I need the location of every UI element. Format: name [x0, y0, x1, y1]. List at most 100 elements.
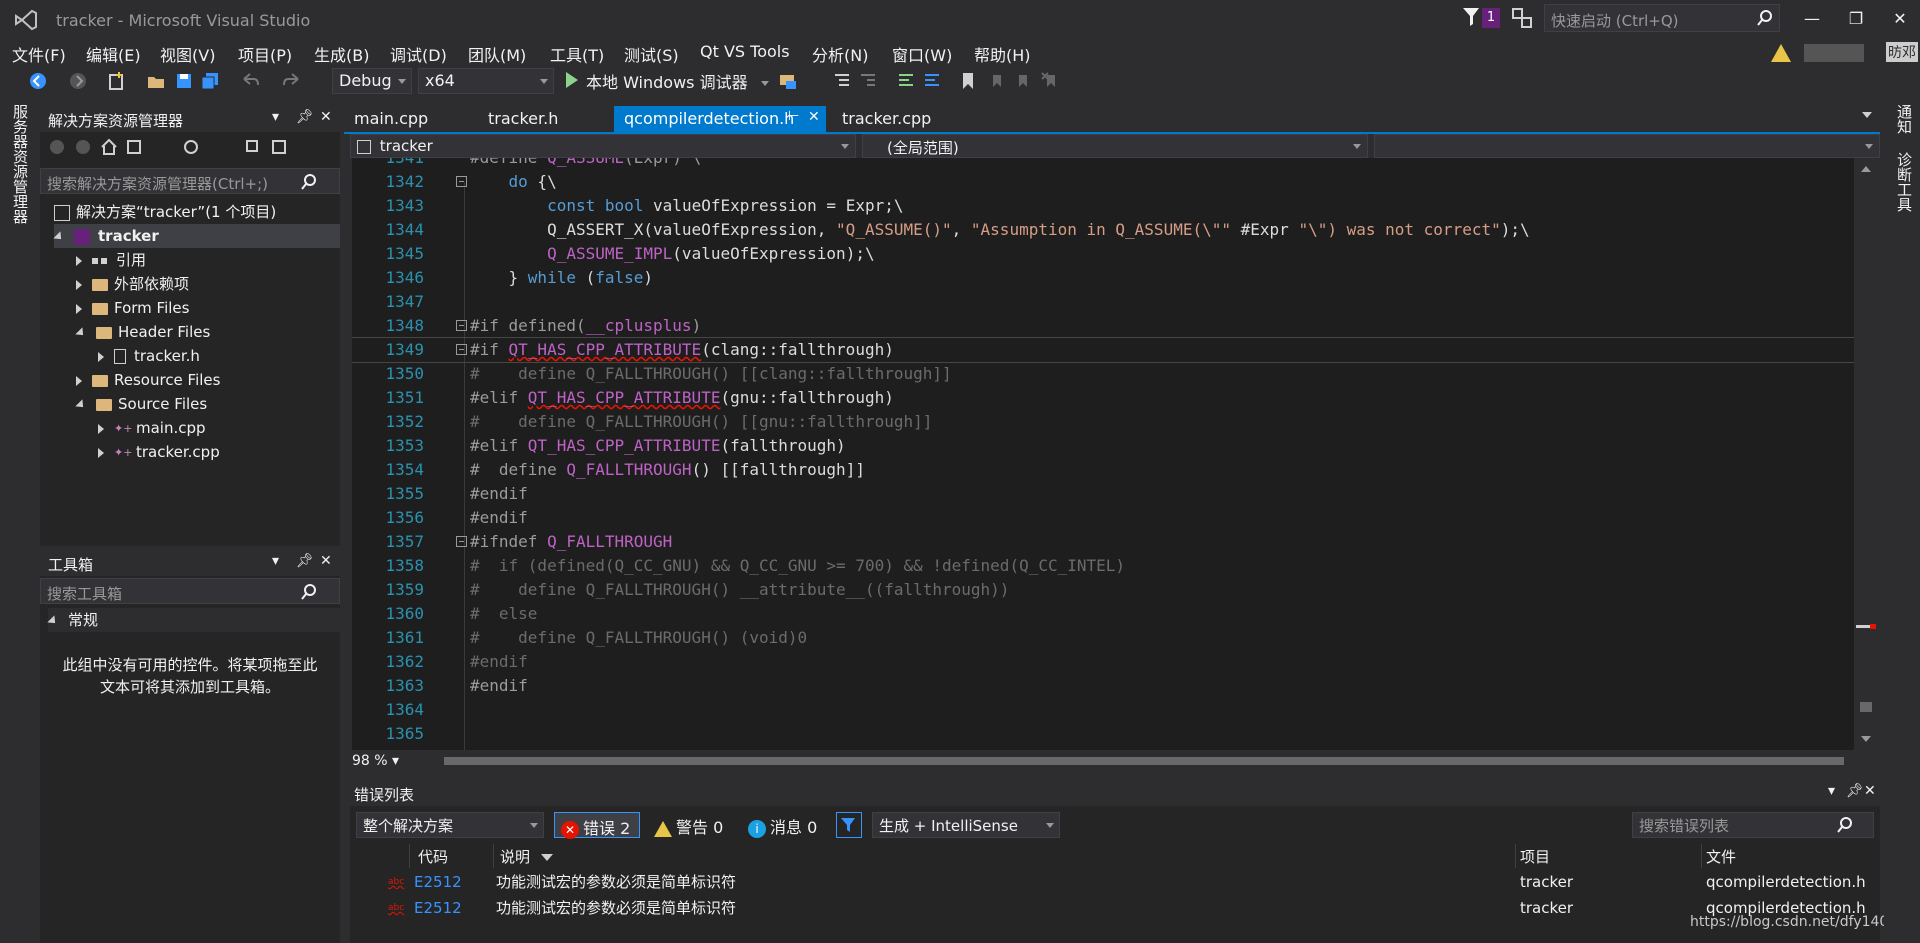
fold-toggle-icon[interactable] — [456, 536, 467, 547]
error-code-link[interactable]: E2512 — [414, 870, 462, 894]
messages-filter-button[interactable]: i 消息 0 — [742, 812, 832, 838]
save-icon[interactable] — [174, 71, 194, 91]
quick-launch-input[interactable]: 快速启动 (Ctrl+Q) — [1544, 4, 1780, 32]
bookmark-icon[interactable] — [958, 71, 978, 91]
dropdown-icon[interactable]: ▾ — [272, 553, 279, 569]
tab-server-explorer[interactable]: 服务器资源管理器 — [10, 104, 31, 224]
code-line[interactable]: 1350 # define Q_FALLTHROUGH() [[clang::fa… — [352, 362, 1854, 386]
close-icon[interactable]: ✕ — [808, 109, 820, 125]
platform-dropdown[interactable]: x64 — [418, 68, 554, 94]
solution-search-input[interactable]: 搜索解决方案资源管理器(Ctrl+;) — [40, 168, 340, 194]
switch-views-icon[interactable] — [126, 138, 144, 156]
menu-team[interactable]: 团队(M) — [468, 42, 526, 66]
comment-icon[interactable] — [896, 71, 916, 91]
menu-debug[interactable]: 调试(D) — [390, 42, 447, 66]
restore-button[interactable]: ❐ — [1836, 6, 1876, 32]
tree-tracker-cpp[interactable]: ✦+ tracker.cpp — [98, 440, 220, 464]
filter-toggle-button[interactable] — [836, 812, 862, 838]
tree-project[interactable]: tracker — [53, 224, 340, 248]
prev-bookmark-icon[interactable] — [986, 71, 1006, 91]
notification-filter-button[interactable]: 1 — [1462, 6, 1502, 32]
home-icon[interactable] — [100, 138, 118, 156]
toolbox-group-general[interactable]: 常规 — [47, 608, 340, 632]
code-line[interactable]: 1341 #define Q_ASSUME(Expr) \ — [352, 158, 1854, 170]
pin-icon[interactable]: 📌︎ — [296, 553, 314, 569]
menu-analyze[interactable]: 分析(N) — [812, 42, 868, 66]
clear-bookmarks-icon[interactable] — [1040, 71, 1060, 91]
menu-window[interactable]: 窗口(W) — [892, 42, 952, 66]
build-filter-dropdown[interactable]: 生成 + IntelliSense — [872, 812, 1060, 838]
code-line[interactable]: 1352 # define Q_FALLTHROUGH() [[gnu::fall… — [352, 410, 1854, 434]
warnings-filter-button[interactable]: 警告 0 — [648, 812, 734, 838]
menu-qt-vs-tools[interactable]: Qt VS Tools — [700, 42, 790, 61]
editor-vertical-scrollbar[interactable] — [1856, 160, 1876, 750]
code-line[interactable]: 1355 #endif — [352, 482, 1854, 506]
back-icon[interactable] — [48, 138, 66, 156]
scroll-thumb[interactable] — [1860, 702, 1872, 712]
redo-icon[interactable] — [282, 71, 302, 91]
menu-build[interactable]: 生成(B) — [314, 42, 369, 66]
scope-nav-dropdown[interactable]: (全局范围) — [862, 134, 1368, 158]
error-code-link[interactable]: E2512 — [414, 896, 462, 920]
format-icon[interactable] — [832, 71, 852, 91]
code-line[interactable]: 1354 # define Q_FALLTHROUGH() [[fallthrou… — [352, 458, 1854, 482]
new-project-icon[interactable] — [106, 71, 126, 91]
tab-main-cpp[interactable]: main.cpp — [344, 106, 474, 132]
code-line[interactable]: 1343 const bool valueOfExpression = Expr… — [352, 194, 1854, 218]
undo-icon[interactable] — [240, 71, 260, 91]
code-line[interactable]: 1361 # define Q_FALLTHROUGH() (void)0 — [352, 626, 1854, 650]
code-line[interactable]: 1362 #endif — [352, 650, 1854, 674]
code-line[interactable]: 1359 # define Q_FALLTHROUGH() __attribute… — [352, 578, 1854, 602]
properties-icon[interactable] — [270, 138, 288, 156]
error-row[interactable]: abc E2512 功能测试宏的参数必须是简单标识符 tracker qcomp… — [350, 896, 1880, 920]
code-line[interactable]: 1364 — [352, 698, 1854, 722]
code-line[interactable]: 1363 #endif — [352, 674, 1854, 698]
member-nav-dropdown[interactable] — [1374, 134, 1880, 158]
history-icon[interactable] — [182, 138, 200, 156]
toolbox-search-input[interactable]: 搜索工具箱 — [40, 578, 340, 604]
horizontal-scrollbar[interactable] — [444, 757, 1844, 765]
tree-resource-files[interactable]: Resource Files — [76, 368, 220, 392]
menu-tools[interactable]: 工具(T) — [550, 42, 604, 66]
close-icon[interactable]: ✕ — [320, 553, 332, 569]
close-window-button[interactable]: ✕ — [1880, 6, 1920, 32]
close-icon[interactable]: ✕ — [320, 109, 332, 125]
tab-tracker-h[interactable]: tracker.h — [478, 106, 608, 132]
uncomment-icon[interactable] — [922, 71, 942, 91]
save-all-icon[interactable] — [200, 71, 220, 91]
col-code[interactable]: 代码 — [410, 844, 494, 868]
tree-main-cpp[interactable]: ✦+ main.cpp — [98, 416, 206, 440]
project-nav-dropdown[interactable]: tracker — [350, 134, 856, 158]
code-line[interactable]: 1342 do {\ — [352, 170, 1854, 194]
tab-qcompilerdetection-h[interactable]: qcompilerdetection.h ⊢ ✕ — [614, 106, 826, 132]
fold-toggle-icon[interactable] — [456, 320, 467, 331]
code-line[interactable]: 1358 # if (defined(Q_CC_GNU) && Q_CC_GNU … — [352, 554, 1854, 578]
forward-icon[interactable] — [68, 71, 88, 91]
tree-form-files[interactable]: Form Files — [76, 296, 189, 320]
account-area[interactable]: 昉邓 — [1770, 40, 1920, 66]
col-file[interactable]: 文件 — [1702, 844, 1880, 868]
error-search-input[interactable]: 搜索错误列表 — [1632, 812, 1874, 838]
back-icon[interactable] — [28, 71, 48, 91]
forward-icon[interactable] — [74, 138, 92, 156]
col-description[interactable]: 说明 — [494, 844, 1516, 868]
fold-toggle-icon[interactable] — [456, 176, 467, 187]
code-line[interactable]: 1360 # else — [352, 602, 1854, 626]
tree-header-files[interactable]: Header Files — [75, 320, 210, 344]
code-line[interactable]: 1357 #ifndef Q_FALLTHROUGH — [352, 530, 1854, 554]
error-row[interactable]: abc E2512 功能测试宏的参数必须是简单标识符 tracker qcomp… — [350, 870, 1880, 894]
pin-icon[interactable]: 📌︎ — [296, 109, 314, 125]
fold-toggle-icon[interactable] — [456, 344, 467, 355]
tab-diagnostic-tools[interactable]: 诊断工具 — [1894, 152, 1915, 212]
code-line[interactable]: 1356 #endif — [352, 506, 1854, 530]
zoom-dropdown[interactable]: 98 % ▾ — [352, 753, 399, 769]
scroll-down-icon[interactable] — [1861, 736, 1871, 742]
tree-source-files[interactable]: Source Files — [75, 392, 207, 416]
code-line[interactable]: 1345 Q_ASSUME_IMPL(valueOfExpression);\ — [352, 242, 1854, 266]
open-file-icon[interactable] — [146, 71, 166, 91]
menu-help[interactable]: 帮助(H) — [974, 42, 1031, 66]
error-scope-dropdown[interactable]: 整个解决方案 — [356, 812, 544, 838]
scroll-up-icon[interactable] — [1861, 166, 1871, 172]
minimize-button[interactable]: — — [1792, 6, 1832, 32]
menu-project[interactable]: 项目(P) — [238, 42, 292, 66]
